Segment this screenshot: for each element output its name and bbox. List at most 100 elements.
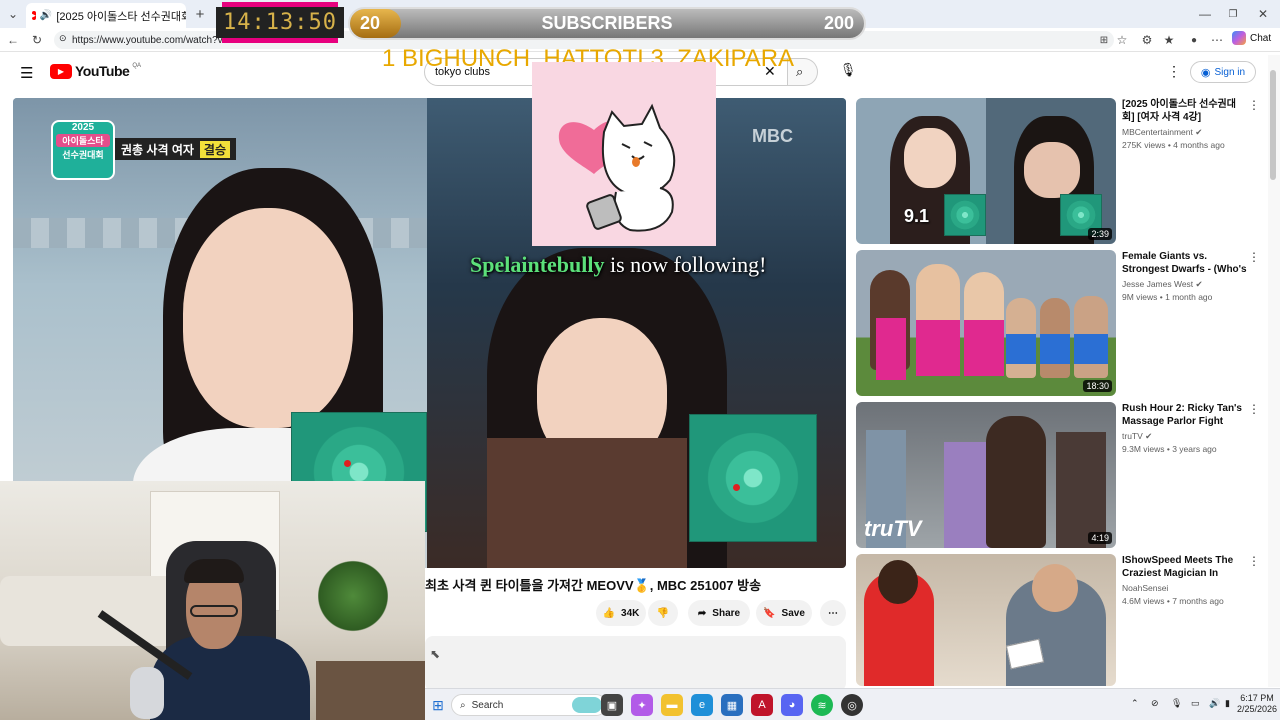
event-year: 2025: [71, 122, 95, 133]
recommendation-meta: 9M views • 1 month ago: [1122, 292, 1213, 302]
sign-in-button[interactable]: ◉ Sign in: [1190, 61, 1256, 83]
windows-start-icon[interactable]: ⊞: [427, 694, 449, 716]
verified-icon: ✔: [1195, 127, 1203, 137]
clock-tray[interactable]: 6:17 PM 2/25/2026: [1233, 693, 1280, 715]
task-view-icon[interactable]: ▣: [601, 694, 623, 716]
battery-icon[interactable]: ▮: [1225, 698, 1230, 709]
blue-shorts: [1006, 334, 1036, 364]
store-icon[interactable]: ▦: [721, 694, 743, 716]
profile-avatar-icon[interactable]: ●: [1185, 31, 1203, 49]
subscriber-goal-target: 200: [823, 13, 854, 33]
tab-list-chevron-icon[interactable]: ⌄: [4, 5, 22, 23]
share-button[interactable]: ➦ Share: [688, 600, 750, 626]
video-title: 최초 사격 퀸 타이틀을 가져간 MEOVV🥇, MBC 251007 방송: [425, 578, 762, 593]
volume-icon[interactable]: 🔊: [1209, 698, 1220, 709]
tray-date: 2/25/2026: [1236, 704, 1278, 714]
event-logo: 2025 아이돌스타 선수권대회: [51, 120, 115, 180]
save-button[interactable]: 🔖 Save: [756, 600, 812, 626]
taskbar-search-input[interactable]: ⌕ Search: [451, 694, 607, 716]
recommendation-item[interactable]: truTV 4:19 Rush Hour 2: Ricky Tan's Mass…: [856, 402, 1266, 548]
shot-marker: [344, 460, 351, 467]
event-caption: 권총 사격 여자 결승: [115, 138, 237, 160]
scrollbar-thumb[interactable]: [1270, 70, 1276, 180]
recommendation-item[interactable]: 9.1 2:39 [2025 아이돌스타 선수권대회] [여자 사격 4강] M…: [856, 98, 1266, 244]
kebab-menu-icon[interactable]: ⋮: [1248, 402, 1260, 416]
subscriber-goal-label: SUBSCRIBERS: [541, 13, 673, 33]
recommendation-item[interactable]: 18:30 Female Giants vs. Strongest Dwarfs…: [856, 250, 1266, 396]
like-button[interactable]: 👍 34K: [596, 600, 646, 626]
recommendation-channel[interactable]: NoahSensei: [1122, 583, 1247, 593]
sofa: [0, 576, 180, 646]
kebab-menu-icon[interactable]: ⋮: [1248, 250, 1260, 264]
display-icon[interactable]: ▭: [1191, 698, 1200, 709]
url-text: https://www.youtube.com/watch?v=: [72, 34, 229, 46]
recommendation-channel[interactable]: Jesse James West ✔: [1122, 279, 1247, 290]
chat-label: Chat: [1250, 32, 1272, 44]
obs-icon[interactable]: ◎: [841, 694, 863, 716]
network-off-icon[interactable]: ⊘: [1151, 698, 1159, 709]
search-highlight-icon: [572, 697, 602, 713]
edge-browser-icon[interactable]: e: [691, 694, 713, 716]
event-stage-badge: 결승: [199, 140, 231, 158]
hamburger-menu-icon[interactable]: ☰: [20, 64, 33, 82]
discord-icon[interactable]: ◕: [781, 694, 803, 716]
settings-more-icon[interactable]: ⋮: [1167, 63, 1181, 80]
copilot-icon: [1232, 31, 1246, 45]
youtube-favicon-icon: ▶: [32, 11, 36, 20]
app-install-icon[interactable]: ⊞: [1095, 31, 1113, 49]
kebab-menu-icon[interactable]: ⋮: [1248, 98, 1260, 112]
back-icon[interactable]: ←: [4, 31, 22, 49]
verified-icon: ✔: [1195, 279, 1203, 289]
reload-icon[interactable]: ↻: [28, 31, 46, 49]
taskbar-search-label: Search: [471, 699, 504, 711]
microphone-tray-icon[interactable]: 🎙: [1171, 698, 1182, 709]
person-face: [183, 208, 353, 428]
recommendation-channel[interactable]: truTV ✔: [1122, 431, 1247, 442]
file-explorer-icon[interactable]: ▬: [661, 694, 683, 716]
recommendation-thumbnail[interactable]: 18:30: [856, 250, 1116, 396]
new-tab-button[interactable]: +: [191, 5, 209, 23]
save-label: Save: [781, 607, 805, 619]
dislike-button[interactable]: 👎: [648, 600, 678, 626]
duration-badge: 4:19: [1088, 532, 1112, 544]
acrobat-icon[interactable]: A: [751, 694, 773, 716]
spotify-icon[interactable]: ≋: [811, 694, 833, 716]
more-actions-button[interactable]: ⋯: [820, 600, 846, 626]
recommendation-title[interactable]: IShowSpeed Meets The Craziest Magician I…: [1122, 554, 1247, 581]
description-box[interactable]: [425, 636, 846, 691]
channel-name: NoahSensei: [1122, 583, 1169, 593]
follow-message: is now following!: [604, 252, 767, 277]
person-face: [904, 128, 956, 188]
mouse-cursor-icon: ⬉: [430, 647, 441, 661]
person-figure: [1056, 432, 1106, 548]
favorites-icon[interactable]: ★: [1160, 31, 1178, 49]
close-icon[interactable]: ✕: [1254, 5, 1272, 23]
recommendation-thumbnail[interactable]: 9.1 2:39: [856, 98, 1116, 244]
minimize-icon[interactable]: —: [1196, 5, 1214, 23]
streamer-hair: [184, 559, 244, 583]
youtube-logo[interactable]: ▶ YouTube QA: [50, 63, 141, 79]
browser-tab[interactable]: ▶ 🔊 [2025 아이돌스타 선수권대회 ✕: [26, 3, 186, 28]
copilot-app-icon[interactable]: ✦: [631, 694, 653, 716]
copilot-chat-button[interactable]: Chat: [1232, 31, 1271, 45]
favorite-star-icon[interactable]: ☆: [1113, 31, 1131, 49]
recommendation-thumbnail[interactable]: truTV 4:19: [856, 402, 1116, 548]
person-jacket: [487, 438, 687, 568]
channel-name: MBCentertainment: [1122, 127, 1193, 137]
show-hidden-icons[interactable]: ⌃: [1131, 698, 1139, 709]
recommendation-channel[interactable]: MBCentertainment ✔: [1122, 127, 1247, 138]
recommendation-title[interactable]: Rush Hour 2: Ricky Tan's Massage Parlor …: [1122, 402, 1247, 429]
kebab-menu-icon[interactable]: ⋮: [1248, 554, 1260, 568]
restore-icon[interactable]: ❐: [1224, 5, 1242, 23]
duration-badge: 18:30: [1083, 380, 1112, 392]
speaker-icon[interactable]: 🔊: [40, 10, 52, 21]
recommendation-item[interactable]: IShowSpeed Meets The Craziest Magician I…: [856, 554, 1266, 686]
recommendation-thumbnail[interactable]: [856, 554, 1116, 686]
recommendation-title[interactable]: [2025 아이돌스타 선수권대회] [여자 사격 4강] MEOVV...: [1122, 98, 1247, 125]
score-label: 9.1: [904, 206, 930, 226]
site-info-icon[interactable]: ⊙: [59, 33, 67, 44]
recommendation-title[interactable]: Female Giants vs. Strongest Dwarfs - (Wh…: [1122, 250, 1247, 277]
search-icon: ⌕: [460, 699, 466, 711]
extensions-icon[interactable]: ⚙: [1138, 31, 1156, 49]
more-menu-icon[interactable]: ⋯: [1208, 31, 1226, 49]
